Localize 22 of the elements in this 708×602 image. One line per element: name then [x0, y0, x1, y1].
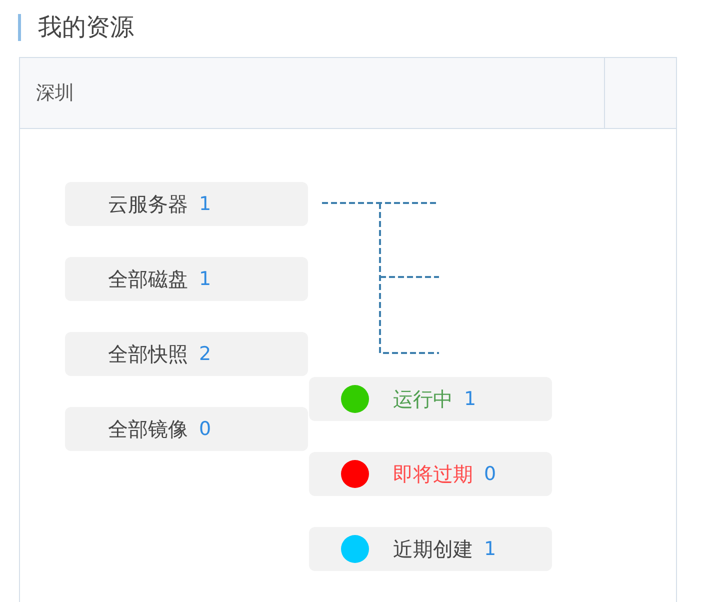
resource-label: 全部磁盘: [108, 266, 188, 293]
status-label: 运行中: [393, 386, 453, 413]
status-label: 近期创建: [393, 536, 473, 563]
resource-count: 0: [199, 416, 212, 442]
resource-card[interactable]: 全部镜像 0: [65, 407, 308, 451]
resource-card[interactable]: 全部快照 2: [65, 332, 308, 376]
title-accent-bar: [18, 14, 21, 41]
status-count: 1: [464, 386, 476, 412]
resource-card[interactable]: 全部磁盘 1: [65, 257, 308, 301]
resource-card[interactable]: 云服务器 1: [65, 182, 308, 226]
resource-label: 全部镜像: [108, 416, 188, 443]
status-card[interactable]: 近期创建 1: [309, 527, 552, 571]
status-count: 1: [484, 536, 496, 562]
section-title: 我的资源: [38, 14, 134, 41]
status-label: 即将过期: [393, 461, 473, 488]
region-header: 深圳: [36, 80, 74, 106]
status-count: 0: [484, 462, 496, 487]
resource-count: 1: [199, 266, 212, 292]
resource-label: 全部快照: [108, 341, 188, 368]
resource-count: 2: [199, 342, 212, 367]
resource-count: 1: [199, 192, 212, 217]
resource-label: 云服务器: [108, 191, 188, 218]
